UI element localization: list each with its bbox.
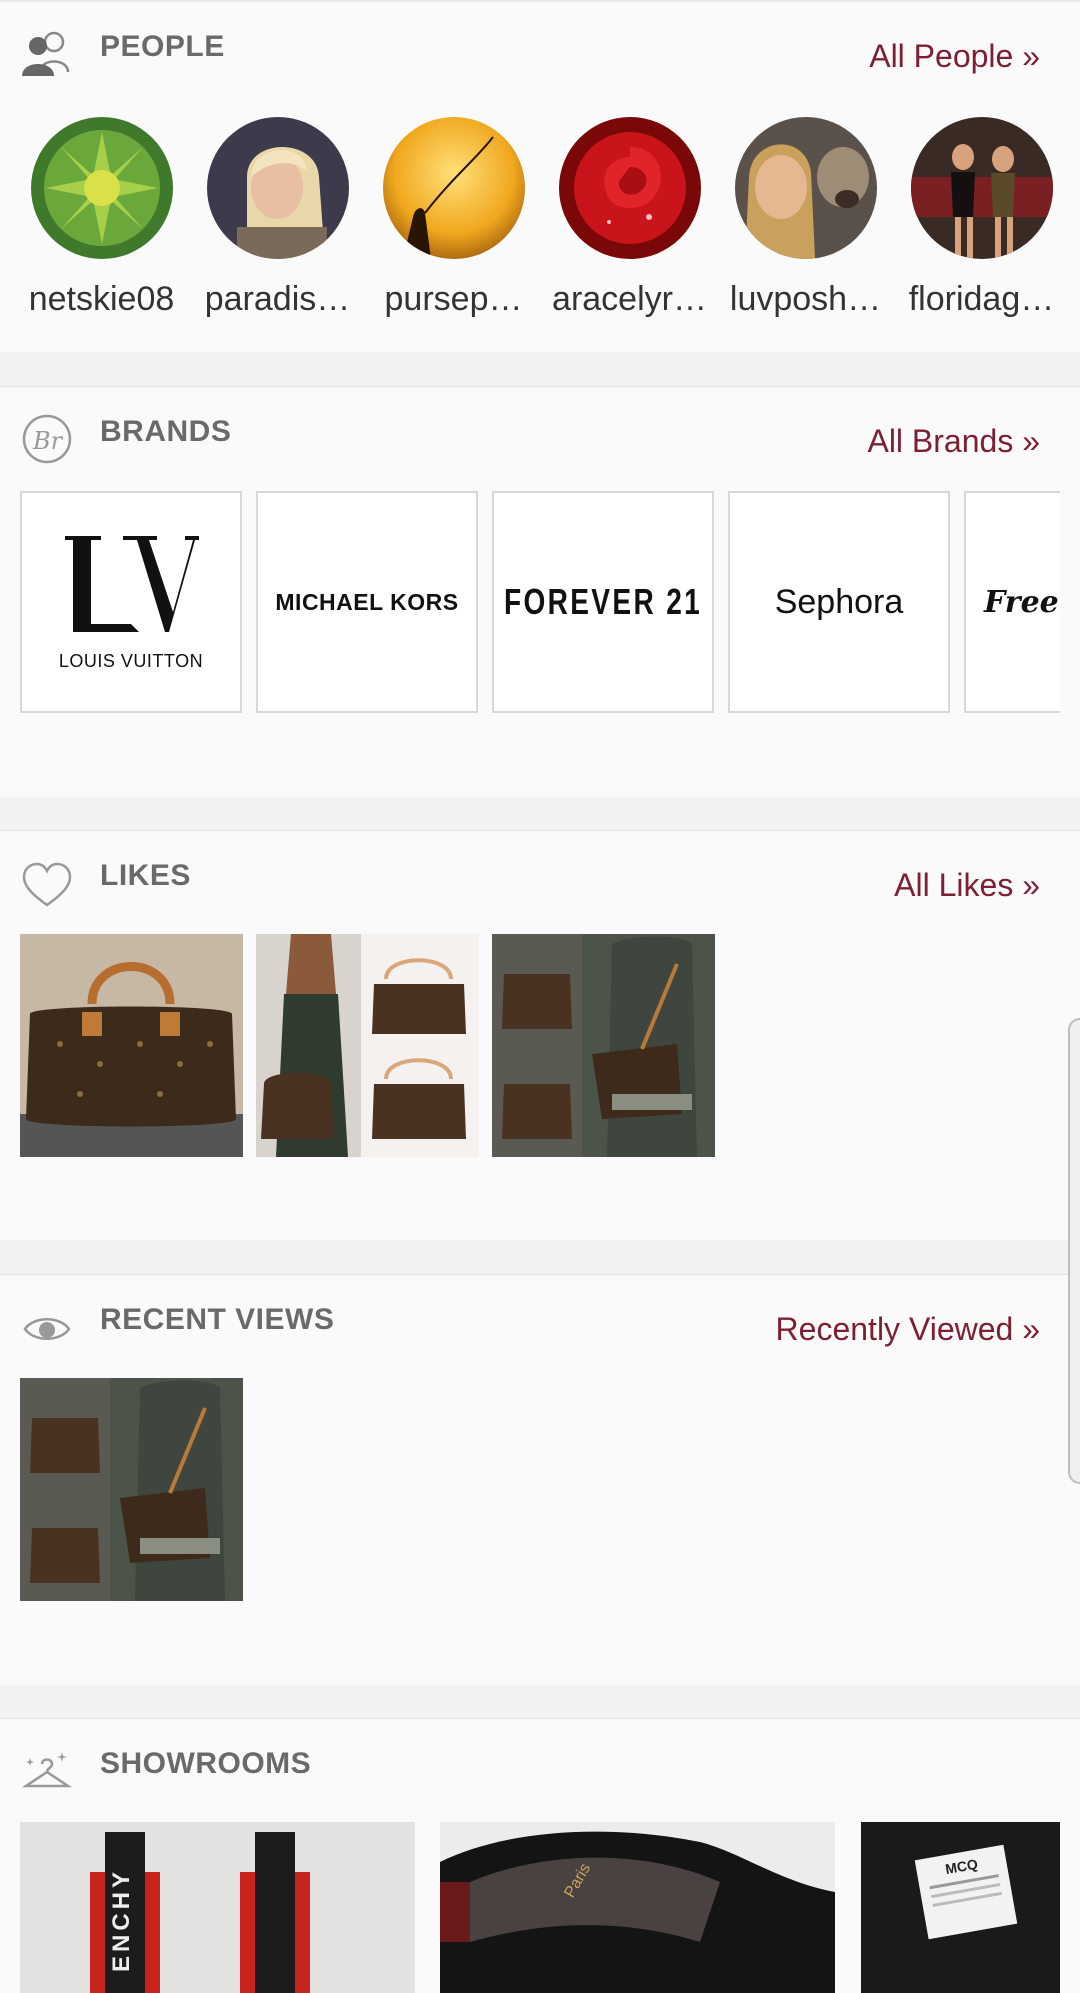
all-brands-link[interactable]: All Brands » <box>867 423 1040 460</box>
recently-viewed-link[interactable]: Recently Viewed » <box>776 1311 1040 1348</box>
user-avatar[interactable] <box>559 117 701 259</box>
brand-name: Sephora <box>774 582 904 621</box>
brand-icon: Br <box>20 412 74 466</box>
brand-name: Free <box>984 584 1059 620</box>
user-avatar[interactable] <box>383 117 525 259</box>
user-name[interactable]: luvposh… <box>718 280 893 319</box>
recent-views-title: RECENT VIEWS <box>100 1303 335 1336</box>
page-scrollbar[interactable] <box>1068 1018 1080 1484</box>
brands-title: BRANDS <box>100 415 232 448</box>
brand-name: MICHAEL KORS <box>275 588 459 615</box>
showroom-tag: MCQ <box>914 1844 1018 1940</box>
hanger-icon <box>20 1746 74 1800</box>
section-divider <box>0 1240 1080 1274</box>
user-name[interactable]: floridag… <box>894 280 1069 319</box>
louis-vuitton-logo-icon <box>61 532 201 647</box>
svg-text:Br: Br <box>32 427 64 455</box>
section-divider <box>0 1685 1080 1718</box>
user-avatar[interactable] <box>207 117 349 259</box>
user-avatar[interactable] <box>735 117 877 259</box>
user-name[interactable]: pursep… <box>366 280 541 319</box>
brand-tile-louis-vuitton[interactable]: LOUIS VUITTON <box>20 491 242 713</box>
people-icon <box>20 26 74 80</box>
eye-icon <box>20 1302 74 1356</box>
user-avatar[interactable] <box>911 117 1053 259</box>
user-name[interactable]: paradis… <box>190 280 365 319</box>
showroom-card[interactable]: Paris <box>440 1822 835 1993</box>
likes-title: LIKES <box>100 859 191 892</box>
brand-tile-michael-kors[interactable]: MICHAEL KORS <box>256 491 478 713</box>
brand-name: FOREVER 21 <box>503 581 703 622</box>
brand-tile-sephora[interactable]: Sephora <box>728 491 950 713</box>
showroom-card[interactable]: MCQ <box>861 1822 1060 1993</box>
section-divider <box>0 797 1080 830</box>
liked-item-thumbnail[interactable] <box>492 934 715 1157</box>
showroom-card[interactable]: ENCHY <box>20 1822 415 1993</box>
liked-item-thumbnail[interactable] <box>20 934 243 1157</box>
user-name[interactable]: aracelyr… <box>542 280 717 319</box>
section-divider <box>0 352 1080 386</box>
all-likes-link[interactable]: All Likes » <box>894 867 1040 904</box>
showroom-label: ENCHY <box>108 1867 135 1972</box>
people-section: PEOPLE All People » netskie08 paradis… p… <box>0 0 1080 352</box>
user-avatar[interactable] <box>31 117 173 259</box>
brand-tile-forever-21[interactable]: FOREVER 21 <box>492 491 714 713</box>
recent-item-thumbnail[interactable] <box>20 1378 243 1601</box>
brand-tile-free-people[interactable]: Free <box>964 491 1060 713</box>
brand-name: LOUIS VUITTON <box>58 651 204 671</box>
liked-item-thumbnail[interactable] <box>256 934 479 1157</box>
all-people-link[interactable]: All People » <box>869 38 1040 75</box>
user-name[interactable]: netskie08 <box>14 280 189 319</box>
heart-icon <box>20 859 74 913</box>
showrooms-title: SHOWROOMS <box>100 1747 312 1780</box>
people-title: PEOPLE <box>100 30 225 63</box>
